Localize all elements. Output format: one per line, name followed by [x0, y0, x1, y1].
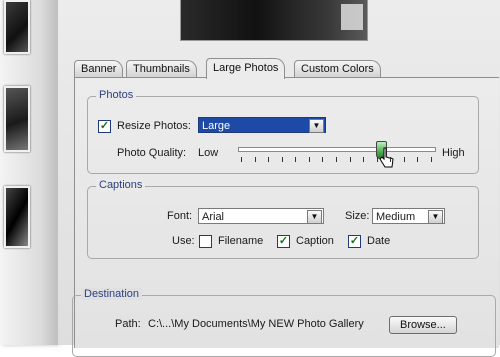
slider-tick [281, 157, 283, 162]
slider-tick [322, 157, 324, 162]
slider-tick [254, 157, 256, 162]
thumbnail-strip [0, 0, 58, 345]
slider-tick [295, 157, 297, 162]
destination-group: Destination Path: C:\...\My Documents\My… [72, 288, 496, 357]
caption-size-value: Medium [376, 211, 416, 223]
thumbnail-image[interactable] [4, 186, 30, 248]
path-value: C:\...\My Documents\My NEW Photo Gallery [148, 318, 364, 330]
use-label: Use: [172, 235, 195, 247]
slider-tick [431, 157, 432, 162]
chevron-down-icon: ▼ [309, 119, 324, 133]
slider-tick [241, 157, 242, 162]
slider-tick [403, 157, 405, 162]
gallery-preview [180, 0, 368, 41]
resize-size-select[interactable]: Large ▼ [198, 117, 326, 133]
photos-group: Photos ✓ Resize Photos: Large ▼ Photo Qu… [87, 89, 479, 174]
browse-button[interactable]: Browse... [389, 316, 457, 334]
slider-tick [363, 157, 365, 162]
slider-tick [336, 157, 337, 162]
checkmark-icon: ✓ [99, 120, 110, 132]
captions-group: Captions Font: Arial ▼ Size: Medium ▼ Us… [87, 179, 479, 259]
resize-size-value: Large [202, 120, 231, 132]
caption-size-select[interactable]: Medium ▼ [372, 208, 445, 224]
tab-thumbnails[interactable]: Thumbnails [126, 60, 197, 78]
date-checkbox[interactable]: ✓ [348, 235, 361, 248]
chevron-down-icon: ▼ [428, 210, 443, 224]
slider-tick [390, 157, 392, 162]
slider-tick [349, 157, 351, 162]
group-title: Photos [96, 89, 137, 101]
resize-photos-label: Resize Photos: [117, 120, 191, 132]
hand-pointer-icon [379, 147, 394, 168]
tab-banner[interactable]: Banner [74, 60, 124, 78]
chevron-down-icon: ▼ [307, 210, 322, 224]
thumbnail-image[interactable] [4, 0, 30, 54]
tab-custom-colors[interactable]: Custom Colors [294, 60, 381, 78]
font-label: Font: [167, 210, 193, 222]
caption-checkbox[interactable]: ✓ [277, 235, 290, 248]
size-label: Size: [345, 210, 370, 222]
tab-large-photos[interactable]: Large Photos [206, 58, 286, 79]
slider-tick [376, 157, 378, 162]
photo-quality-label: Photo Quality: [117, 147, 187, 159]
font-select[interactable]: Arial ▼ [198, 208, 324, 224]
checkmark-icon: ✓ [278, 235, 289, 247]
group-title: Captions [96, 179, 146, 191]
quality-high-label: High [442, 147, 465, 159]
filename-checkbox[interactable] [199, 235, 212, 248]
quality-low-label: Low [198, 147, 219, 159]
slider-tick [417, 157, 419, 162]
font-value: Arial [202, 211, 225, 223]
slider-tick [308, 157, 310, 162]
slider-tick [268, 157, 270, 162]
photo-quality-slider[interactable] [238, 147, 436, 152]
date-label: Date [367, 235, 391, 247]
group-title: Destination [81, 288, 143, 300]
checkmark-icon: ✓ [349, 235, 360, 247]
resize-photos-checkbox[interactable]: ✓ [98, 120, 111, 133]
filename-label: Filename [218, 235, 264, 247]
thumbnail-image[interactable] [4, 86, 30, 152]
preview-thumbnail [341, 4, 363, 30]
caption-label: Caption [296, 235, 334, 247]
path-label: Path: [115, 318, 141, 330]
